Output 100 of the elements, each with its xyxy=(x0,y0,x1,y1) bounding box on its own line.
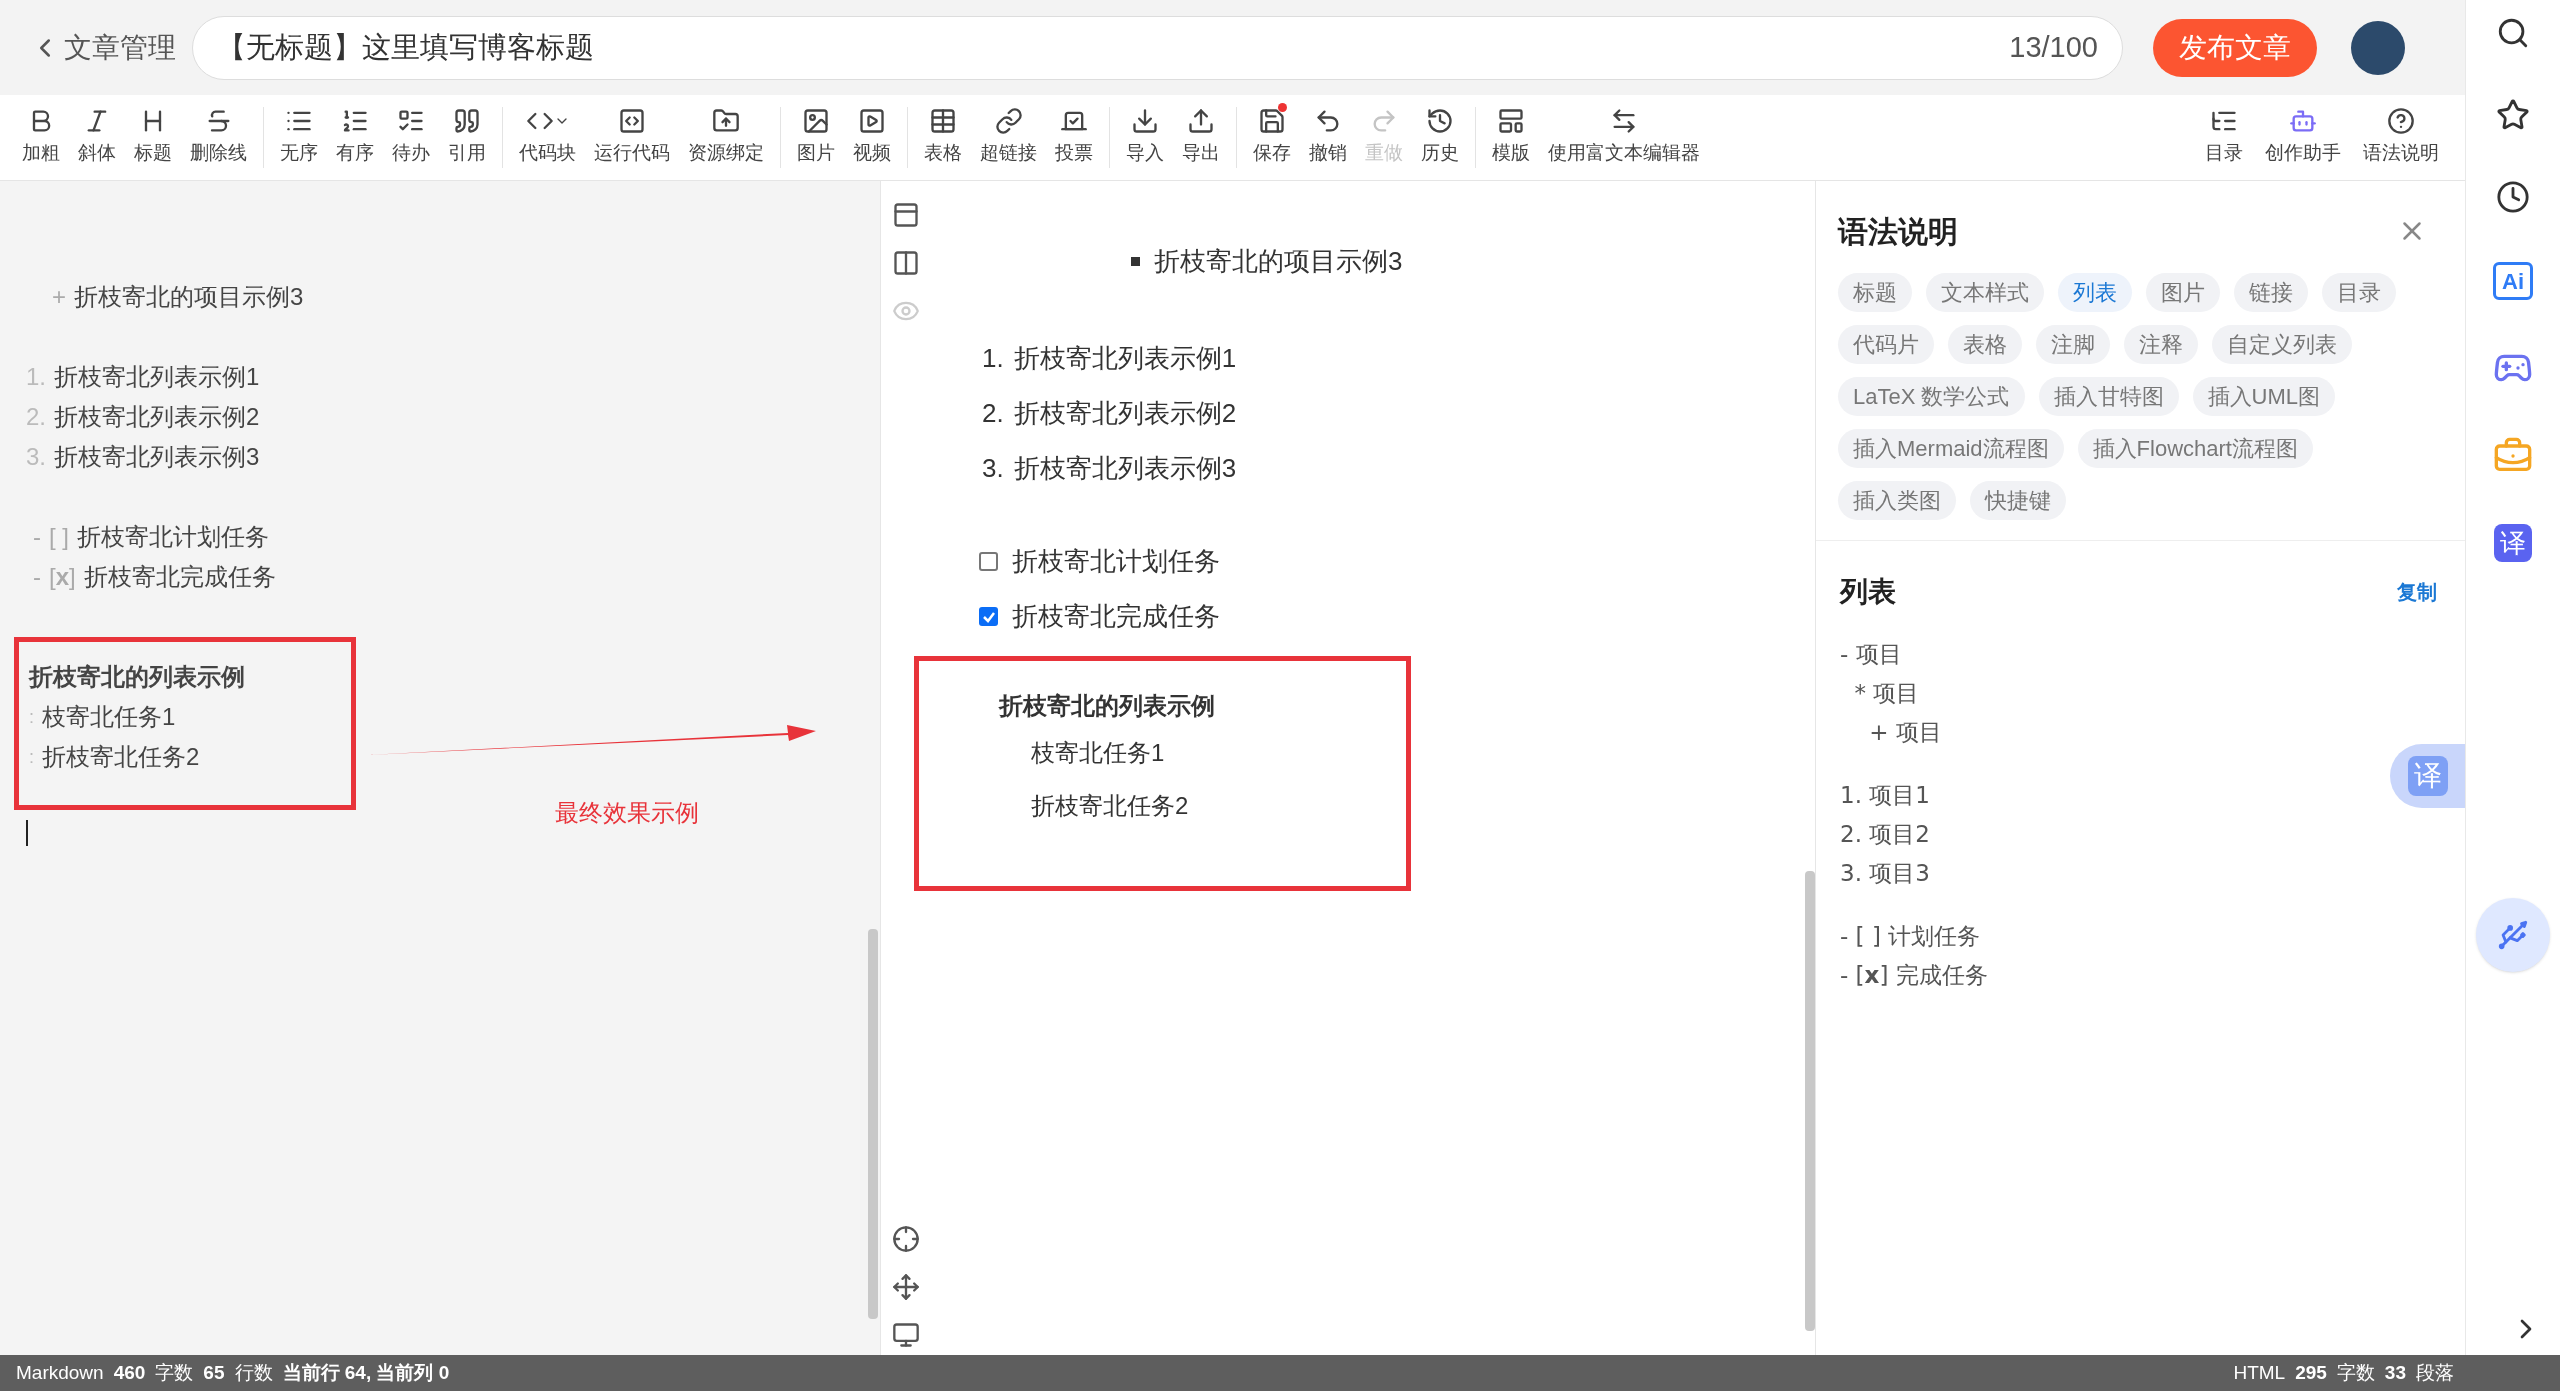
syntax-tag[interactable]: 插入甘特图 xyxy=(2038,377,2179,416)
save-icon xyxy=(1258,107,1286,136)
editor-line: 折枝寄北的列表示例 xyxy=(29,662,246,692)
toolbar-button[interactable]: 待办 xyxy=(386,107,436,168)
toolbar-button[interactable]: 运行代码 xyxy=(588,107,676,168)
editor-line: 折枝寄北完成任务 xyxy=(83,562,276,592)
toolbar-button[interactable]: 保存 xyxy=(1247,107,1297,168)
editor-line: 折枝寄北列表示例2 xyxy=(54,402,260,432)
toolbar-button[interactable]: 资源绑定 xyxy=(682,107,770,168)
status-text: HTML xyxy=(2233,1360,2286,1385)
status-text: Markdown xyxy=(16,1360,104,1385)
list-number: 3. xyxy=(982,452,1004,485)
ai-assistant-button[interactable]: Ai xyxy=(2493,262,2533,300)
toolbar-button[interactable]: 图片 xyxy=(791,107,841,168)
toolbar-button[interactable]: 引用 xyxy=(442,107,492,168)
toolbar-button[interactable]: 模版 xyxy=(1486,107,1536,168)
quote-icon xyxy=(453,107,481,136)
status-text: 460 xyxy=(113,1360,146,1385)
annotation-label: 最终效果示例 xyxy=(555,798,699,828)
syntax-example-line: + 项目 xyxy=(1868,718,1942,748)
syntax-example-line: 2. 项目2 xyxy=(1840,820,1930,850)
toolbar-button[interactable]: 删除线 xyxy=(184,107,253,168)
single-pane-icon[interactable] xyxy=(892,201,920,229)
syntax-example-line: * 项目 xyxy=(1853,679,1920,709)
monitor-icon[interactable] xyxy=(892,1321,920,1349)
task-bracket: [ ] xyxy=(49,522,69,552)
syntax-tag[interactable]: 列表 xyxy=(2058,273,2132,312)
toolbar-button[interactable]: 无序 xyxy=(274,107,324,168)
list-marker: : xyxy=(29,705,34,729)
toolbar-button[interactable]: 超链接 xyxy=(974,107,1043,168)
toolbar-button[interactable]: 历史 xyxy=(1415,107,1465,168)
syntax-tag[interactable]: 插入类图 xyxy=(1838,481,1956,520)
bullet-icon xyxy=(1131,256,1140,266)
definition-item: 枝寄北任务1 xyxy=(1030,737,1166,768)
preview-line: 折枝寄北列表示例1 xyxy=(1013,342,1237,375)
list-marker: + xyxy=(52,282,66,312)
syntax-tag[interactable]: 表格 xyxy=(1948,325,2022,364)
syntax-tag[interactable]: 目录 xyxy=(2322,273,2396,312)
toolbar-button[interactable]: 视频 xyxy=(847,107,897,168)
toolbar-button[interactable]: 撤销 xyxy=(1303,107,1353,168)
syntax-tag[interactable]: 代码片 xyxy=(1838,325,1934,364)
syntax-tag[interactable]: 插入Mermaid流程图 xyxy=(1838,429,2064,468)
text-cursor xyxy=(26,820,28,846)
editor-line: 枝寄北任务1 xyxy=(42,702,176,732)
copy-link[interactable]: 复制 xyxy=(2397,577,2437,607)
toolbar-button[interactable]: 语法说明 xyxy=(2357,107,2445,168)
translate-button[interactable]: 译 xyxy=(2494,524,2532,562)
task-checkbox[interactable] xyxy=(979,552,998,571)
toolbar-button[interactable]: 斜体 xyxy=(72,107,122,168)
list-number: 1. xyxy=(26,362,46,392)
toolbar-button[interactable]: 导出 xyxy=(1176,107,1226,168)
toolbar-button[interactable]: 目录 xyxy=(2199,107,2249,168)
syntax-tag[interactable]: 注释 xyxy=(2124,325,2198,364)
move-icon[interactable] xyxy=(892,1273,920,1301)
syntax-tag[interactable]: 插入UML图 xyxy=(2192,377,2335,416)
back-link[interactable]: 文章管理 xyxy=(30,26,176,69)
toolbar-button[interactable]: 标题 xyxy=(128,107,178,168)
toolbar-button[interactable]: 表格 xyxy=(918,107,968,168)
split-pane-icon[interactable] xyxy=(892,249,920,277)
plugin-float-button[interactable] xyxy=(2476,898,2550,972)
title-field[interactable]: 【无标题】这里填写博客标题 13/100 xyxy=(192,15,2123,80)
locate-icon[interactable] xyxy=(892,1225,920,1253)
status-text: 33 xyxy=(2384,1360,2406,1385)
clock-icon[interactable] xyxy=(2496,180,2530,214)
toolbar-button[interactable]: 使用富文本编辑器 xyxy=(1542,107,1706,168)
definition-term: 折枝寄北的列表示例 xyxy=(997,691,1216,721)
code-window-icon xyxy=(618,107,646,136)
avatar[interactable] xyxy=(2351,20,2405,75)
star-icon[interactable] xyxy=(2496,98,2530,132)
usb-icon xyxy=(2496,918,2530,952)
syntax-tag[interactable]: 链接 xyxy=(2234,273,2308,312)
toolbar-button[interactable]: 创作助手 xyxy=(2259,107,2347,168)
preview-line: 折枝寄北列表示例2 xyxy=(1013,397,1237,430)
toolbar-button[interactable]: 有序 xyxy=(330,107,380,168)
toolbar-button[interactable]: 代码块 xyxy=(513,107,582,168)
syntax-tag[interactable]: 图片 xyxy=(2146,273,2220,312)
character-counter: 13/100 xyxy=(2009,29,2098,65)
upload-icon xyxy=(1187,107,1215,136)
search-icon[interactable] xyxy=(2496,16,2530,50)
syntax-tag[interactable]: 标题 xyxy=(1838,273,1912,312)
toolbar-button[interactable]: 投票 xyxy=(1049,107,1099,168)
syntax-tag[interactable]: 插入Flowchart流程图 xyxy=(2077,429,2313,468)
syntax-example-line: 1. 项目1 xyxy=(1840,781,1930,811)
syntax-tag[interactable]: 文本样式 xyxy=(1926,273,2044,312)
list-marker: - xyxy=(33,562,41,592)
image-icon xyxy=(802,107,830,136)
status-text: 65 xyxy=(203,1360,225,1385)
task-bracket: [x] xyxy=(49,562,76,592)
preview-line: 折枝寄北计划任务 xyxy=(1012,545,1220,578)
toolbar-button[interactable]: 导入 xyxy=(1120,107,1170,168)
task-checkbox[interactable] xyxy=(979,607,998,626)
toolbar-button[interactable]: 加粗 xyxy=(16,107,66,168)
markdown-editor[interactable]: + 折枝寄北的项目示例3 1. 折枝寄北列表示例1 2. 折枝寄北列表示例2 3. 折枝寄北列表示例3 - [ ] 折枝寄北计划任务 - [x] 折枝寄北完成任务 折枝寄北的列表示例 : 枝寄北任务1 : 折枝寄北任务2 最终效果示例 xyxy=(0,181,880,1355)
syntax-example-line: - [ ] 计划任务 xyxy=(1840,922,1981,952)
syntax-tag[interactable]: 注脚 xyxy=(2036,325,2110,364)
status-text: 字数 xyxy=(2336,1360,2375,1385)
syntax-tag[interactable]: LaTeX 数学公式 xyxy=(1838,377,2025,416)
syntax-tag[interactable]: 快捷键 xyxy=(1970,481,2066,520)
status-text: 段落 xyxy=(2416,1360,2454,1385)
syntax-tag[interactable]: 自定义列表 xyxy=(2212,325,2352,364)
